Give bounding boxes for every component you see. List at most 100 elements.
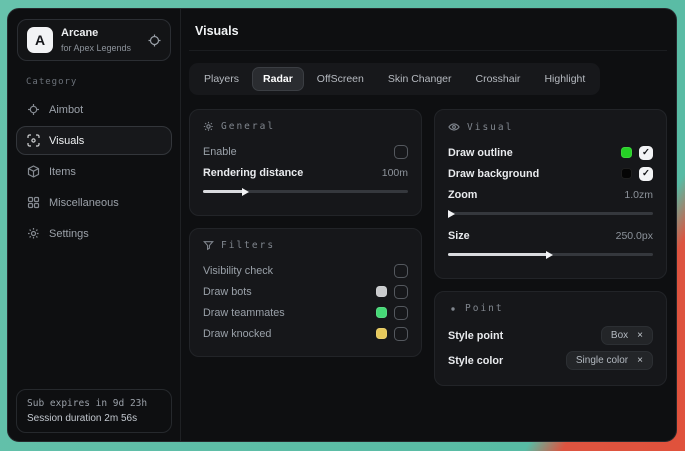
left-column: General Enable Rendering distance 100m xyxy=(189,109,422,357)
draw-knocked-color-swatch[interactable] xyxy=(376,328,387,339)
app-header: A Arcane for Apex Legends xyxy=(17,19,171,61)
draw-bots-checkbox[interactable] xyxy=(394,285,408,299)
draw-teammates-checkbox[interactable] xyxy=(394,306,408,320)
right-column: Visual Draw outline ✓ Draw background xyxy=(434,109,667,386)
zoom-label: Zoom xyxy=(448,189,477,201)
style-point-tag-text: Box xyxy=(611,330,628,341)
app-name: Arcane xyxy=(61,27,131,40)
app-title-block: Arcane for Apex Legends xyxy=(61,27,131,52)
draw-outline-checkbox[interactable]: ✓ xyxy=(639,146,653,160)
target-icon[interactable] xyxy=(148,34,161,47)
sidebar-item-aimbot[interactable]: Aimbot xyxy=(16,95,172,124)
close-icon[interactable]: × xyxy=(637,330,643,341)
zoom-slider[interactable] xyxy=(448,212,653,215)
tab-skin-changer[interactable]: Skin Changer xyxy=(377,67,463,91)
page-title: Visuals xyxy=(189,22,667,51)
zoom-value: 1.0zm xyxy=(624,189,653,201)
draw-background-label: Draw background xyxy=(448,168,539,180)
sub-expiry-text: Sub expires in 9d 23h xyxy=(27,398,161,409)
enable-checkbox[interactable] xyxy=(394,145,408,159)
style-point-row: Style point Box × xyxy=(448,323,653,348)
sidebar-item-label: Visuals xyxy=(49,135,84,147)
draw-outline-row: Draw outline ✓ xyxy=(448,142,653,163)
sidebar-item-visuals[interactable]: Visuals xyxy=(16,126,172,155)
draw-knocked-checkbox[interactable] xyxy=(394,327,408,341)
visual-panel: Visual Draw outline ✓ Draw background xyxy=(434,109,667,279)
draw-bots-color-swatch[interactable] xyxy=(376,286,387,297)
filters-panel-title: Filters xyxy=(203,240,408,251)
sidebar: A Arcane for Apex Legends Category xyxy=(8,9,181,441)
draw-teammates-label: Draw teammates xyxy=(203,307,285,319)
eye-scan-icon xyxy=(27,134,40,147)
zoom-row: Zoom 1.0zm xyxy=(448,184,653,205)
draw-background-row: Draw background ✓ xyxy=(448,163,653,184)
general-panel: General Enable Rendering distance 100m xyxy=(189,109,422,216)
general-panel-title: General xyxy=(203,121,408,132)
enable-label: Enable xyxy=(203,146,237,158)
style-color-select[interactable]: Single color × xyxy=(566,351,653,370)
rendering-distance-row: Rendering distance 100m xyxy=(203,162,408,183)
filters-panel: Filters Visibility check Draw bots xyxy=(189,228,422,357)
session-duration-text: Session duration 2m 56s xyxy=(27,413,161,424)
size-row: Size 250.0px xyxy=(448,225,653,246)
funnel-icon xyxy=(203,240,214,251)
close-icon[interactable]: × xyxy=(637,355,643,366)
sidebar-item-miscellaneous[interactable]: Miscellaneous xyxy=(16,188,172,217)
draw-background-checkbox[interactable]: ✓ xyxy=(639,167,653,181)
sidebar-item-label: Settings xyxy=(49,228,89,240)
size-slider[interactable] xyxy=(448,253,653,256)
check-icon: ✓ xyxy=(642,148,650,158)
draw-background-color-swatch[interactable] xyxy=(621,168,632,179)
main-area: Visuals Players Radar OffScreen Skin Cha… xyxy=(181,9,676,441)
app-window: A Arcane for Apex Legends Category xyxy=(7,8,677,442)
visibility-check-row: Visibility check xyxy=(203,260,408,281)
draw-outline-label: Draw outline xyxy=(448,147,513,159)
style-point-select[interactable]: Box × xyxy=(601,326,653,345)
visibility-check-checkbox[interactable] xyxy=(394,264,408,278)
rendering-distance-slider[interactable] xyxy=(203,190,408,193)
style-color-label: Style color xyxy=(448,355,503,367)
sidebar-item-label: Miscellaneous xyxy=(49,197,119,209)
sidebar-item-settings[interactable]: Settings xyxy=(16,219,172,248)
draw-teammates-color-swatch[interactable] xyxy=(376,307,387,318)
tab-highlight[interactable]: Highlight xyxy=(533,67,596,91)
slider-thumb[interactable] xyxy=(546,251,553,259)
crosshair-icon xyxy=(27,103,40,116)
draw-knocked-row: Draw knocked xyxy=(203,323,408,344)
size-value: 250.0px xyxy=(616,230,653,242)
grid-icon xyxy=(27,196,40,209)
app-subtitle: for Apex Legends xyxy=(61,43,131,53)
sidebar-nav: Aimbot Visuals xyxy=(8,95,180,248)
gear-icon xyxy=(27,227,40,240)
sidebar-item-items[interactable]: Items xyxy=(16,157,172,186)
rendering-distance-value: 100m xyxy=(382,167,408,179)
eye-icon xyxy=(448,121,460,133)
style-color-tag-text: Single color xyxy=(576,355,628,366)
point-panel: Point Style point Box × Style color xyxy=(434,291,667,386)
check-icon: ✓ xyxy=(642,169,650,179)
slider-thumb[interactable] xyxy=(448,210,455,218)
app-logo: A xyxy=(27,27,53,53)
sidebar-item-label: Items xyxy=(49,166,76,178)
panel-grid: General Enable Rendering distance 100m xyxy=(189,109,667,386)
rendering-distance-label: Rendering distance xyxy=(203,167,303,179)
sidebar-item-label: Aimbot xyxy=(49,104,83,116)
category-label: Category xyxy=(26,77,162,87)
slider-thumb[interactable] xyxy=(242,188,249,196)
draw-knocked-label: Draw knocked xyxy=(203,328,271,340)
style-color-row: Style color Single color × xyxy=(448,348,653,373)
enable-row: Enable xyxy=(203,141,408,162)
draw-outline-color-swatch[interactable] xyxy=(621,147,632,158)
tab-bar: Players Radar OffScreen Skin Changer Cro… xyxy=(189,63,600,95)
draw-teammates-row: Draw teammates xyxy=(203,302,408,323)
tab-offscreen[interactable]: OffScreen xyxy=(306,67,375,91)
tab-players[interactable]: Players xyxy=(193,67,250,91)
tab-radar[interactable]: Radar xyxy=(252,67,304,91)
style-point-label: Style point xyxy=(448,330,503,342)
size-label: Size xyxy=(448,230,470,242)
visibility-check-label: Visibility check xyxy=(203,265,273,277)
gear-icon xyxy=(203,121,214,132)
subscription-info: Sub expires in 9d 23h Session duration 2… xyxy=(16,389,172,433)
tab-crosshair[interactable]: Crosshair xyxy=(465,67,532,91)
point-panel-title: Point xyxy=(448,303,653,314)
